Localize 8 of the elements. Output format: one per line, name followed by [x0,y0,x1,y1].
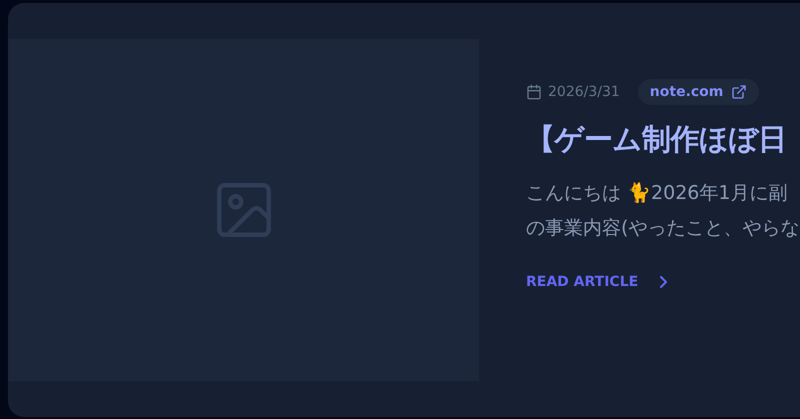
date-text: 2026/3/31 [548,84,620,100]
article-excerpt: こんにちは 🐈2026年1月に副 の事業内容(やったこと、やらな [526,180,800,241]
calendar-icon [526,84,542,100]
chevron-right-icon [660,276,668,288]
read-article-link[interactable]: READ ARTICLE [526,274,800,290]
source-link[interactable]: note.com [638,79,760,105]
article-title: 【ゲーム制作ほぼ日 [526,121,788,158]
external-link-icon [731,84,748,100]
